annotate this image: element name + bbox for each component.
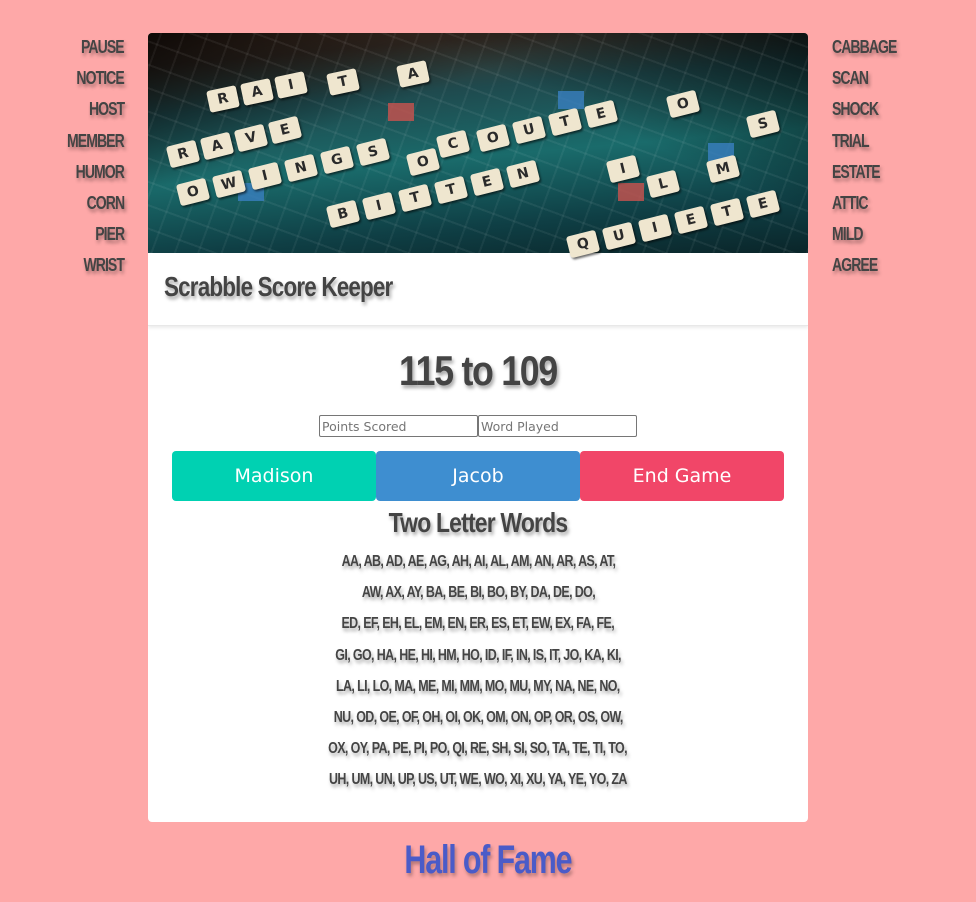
left-word: HOST: [88, 99, 125, 120]
score-keeper-card: R A I R A V E O W I N G S O C O U T E B …: [148, 33, 808, 822]
word-played-input[interactable]: [478, 415, 637, 437]
left-word: WRIST: [83, 255, 124, 276]
right-word: CABBAGE: [832, 37, 897, 57]
scrabble-board-image: R A I R A V E O W I N G S O C O U T E B …: [148, 33, 808, 259]
left-word: PAUSE: [81, 37, 125, 57]
two-letter-words-line: AW, AX, AY, BA, BE, BI, BO, BY, DA, DE, …: [361, 584, 595, 602]
hall-of-fame-link[interactable]: Hall of Fame: [0, 838, 976, 883]
board-square: [618, 183, 644, 201]
left-word: CORN: [86, 192, 125, 213]
two-letter-words-line: GI, GO, HA, HE, HI, HM, HO, ID, IF, IN, …: [335, 646, 621, 664]
app-title: Scrabble Score Keeper: [164, 271, 393, 302]
left-word: MEMBER: [67, 130, 125, 151]
left-word: PIER: [94, 224, 125, 245]
end-game-button[interactable]: End Game: [580, 451, 784, 501]
two-letter-words-line: OX, OY, PA, PE, PI, PO, QI, RE, SH, SI, …: [328, 740, 628, 758]
right-word: ATTIC: [832, 192, 869, 213]
right-word: ESTATE: [832, 161, 881, 182]
two-letter-words-line: UH, UM, UN, UP, US, UT, WE, WO, XI, XU, …: [329, 771, 627, 789]
board-square: [558, 91, 584, 109]
player2-button[interactable]: Jacob: [376, 451, 580, 501]
left-word: NOTICE: [76, 68, 125, 89]
score-entry-form: [319, 415, 639, 437]
board-square: [388, 103, 414, 121]
points-scored-input[interactable]: [319, 415, 478, 437]
two-letter-words-heading: Two Letter Words: [388, 507, 568, 538]
left-word: HUMOR: [75, 161, 125, 182]
right-word: SCAN: [832, 68, 869, 89]
right-word: MILD: [832, 224, 864, 245]
score-display: 115 to 109: [399, 347, 558, 394]
left-word-list: PAUSE NOTICE HOST MEMBER HUMOR CORN PIER…: [51, 36, 125, 286]
right-word-list: CABBAGE SCAN SHOCK TRIAL ESTATE ATTIC MI…: [832, 36, 915, 286]
two-letter-words-line: ED, EF, EH, EL, EM, EN, ER, ES, ET, EW, …: [341, 615, 615, 633]
two-letter-words-line: NU, OD, OE, OF, OH, OI, OK, OM, ON, OP, …: [333, 708, 623, 726]
right-word: AGREE: [832, 255, 878, 276]
right-word: SHOCK: [832, 99, 879, 120]
action-buttons: Madison Jacob End Game: [172, 451, 784, 501]
two-letter-words-line: AA, AB, AD, AE, AG, AH, AI, AL, AM, AN, …: [341, 553, 615, 570]
player1-button[interactable]: Madison: [172, 451, 376, 501]
app-header: Scrabble Score Keeper: [148, 253, 808, 326]
right-word: TRIAL: [832, 130, 870, 151]
two-letter-words-list: AA, AB, AD, AE, AG, AH, AI, AL, AM, AN, …: [148, 551, 808, 801]
two-letter-words-line: LA, LI, LO, MA, ME, MI, MM, MO, MU, MY, …: [336, 677, 620, 695]
